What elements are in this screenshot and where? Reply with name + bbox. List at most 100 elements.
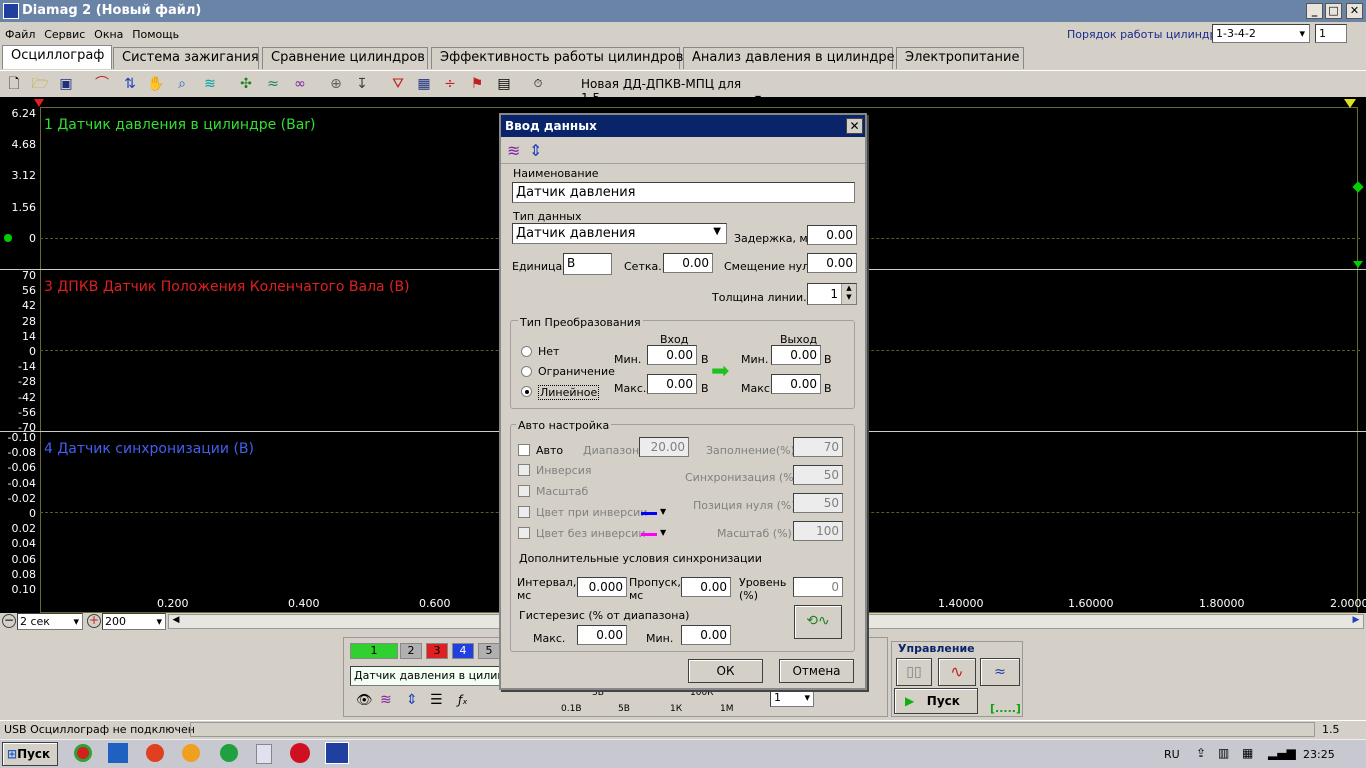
marker-icon[interactable]: ⚑: [467, 74, 487, 94]
split-icon[interactable]: ÷: [440, 74, 460, 94]
unit-input[interactable]: В: [563, 253, 612, 275]
color-inv-picker[interactable]: [641, 512, 657, 515]
hyst-min-input[interactable]: 0.00: [681, 625, 731, 645]
files-icon[interactable]: [108, 743, 128, 763]
auto-scale-icon[interactable]: ≋: [200, 74, 220, 94]
color-noinv-checkbox[interactable]: [518, 527, 530, 539]
fill-input[interactable]: 70: [793, 437, 843, 457]
out-max-input[interactable]: 0.00: [771, 374, 821, 394]
channel-select[interactable]: 1 ▾: [770, 688, 814, 707]
tray-icon-1[interactable]: ⇪: [1196, 746, 1206, 760]
spectrum-icon[interactable]: ∞: [290, 74, 310, 94]
menu-windows[interactable]: Окна: [94, 24, 123, 41]
channel-2-button[interactable]: 2: [400, 643, 422, 659]
channel-filter-icon[interactable]: ⛛: [388, 74, 408, 94]
tab-oscilloscope[interactable]: Осциллограф: [2, 45, 112, 69]
tab-pressure-analysis[interactable]: Анализ давления в цилиндре: [683, 47, 895, 69]
delay-input[interactable]: 0.00: [807, 225, 857, 245]
lines-icon[interactable]: ☰: [430, 692, 443, 708]
name-input[interactable]: Датчик давления: [512, 182, 855, 203]
color-inv-checkbox[interactable]: [518, 506, 530, 518]
note-icon[interactable]: ▤: [494, 74, 514, 94]
tray-icon-2[interactable]: ▥: [1218, 746, 1229, 760]
cyl-num-spinner[interactable]: 1: [1315, 24, 1347, 43]
inversion-checkbox[interactable]: [518, 464, 530, 476]
start-button[interactable]: ▶ Пуск: [894, 688, 978, 714]
auto-checkbox[interactable]: [518, 444, 530, 456]
type-select[interactable]: Датчик давления ▼: [512, 223, 727, 244]
cursor-icon[interactable]: ⌒: [92, 74, 112, 94]
updown-icon[interactable]: ⇕: [529, 141, 542, 160]
app-icon-5[interactable]: [220, 744, 238, 762]
wave-settings-icon[interactable]: ≋: [380, 692, 392, 708]
diamag-task-icon[interactable]: [325, 742, 349, 764]
preset-select[interactable]: Новая ДД-ДПКВ-МПЦ для 1.5▾: [565, 74, 765, 105]
channel-5-button[interactable]: 5: [478, 643, 500, 659]
color-noinv-picker[interactable]: [641, 533, 657, 536]
ch1-marker[interactable]: [4, 234, 12, 242]
zero-icon[interactable]: ↧: [352, 74, 372, 94]
dialog-close-button[interactable]: ✕: [846, 118, 863, 134]
maximize-button[interactable]: □: [1325, 3, 1342, 19]
radio-none[interactable]: [521, 346, 532, 357]
sync-input[interactable]: 50: [793, 465, 843, 485]
grid-icon[interactable]: ▦: [414, 74, 434, 94]
auto-tune-button[interactable]: ⟲∿: [794, 605, 842, 639]
channel-name-field[interactable]: Датчик давления в цилиндре: [350, 666, 502, 686]
menu-file[interactable]: Файл: [5, 24, 35, 41]
skip-input[interactable]: 0.00: [681, 577, 731, 597]
offset-input[interactable]: 0.00: [807, 253, 857, 273]
chrome-icon[interactable]: [74, 744, 92, 762]
wave-settings-icon[interactable]: ≋: [507, 141, 520, 160]
open-folder-icon[interactable]: 🗁: [30, 74, 50, 94]
channel-4-button[interactable]: 4: [452, 643, 474, 659]
interval-input[interactable]: 0.000: [577, 577, 627, 597]
tab-cylinder-efficiency[interactable]: Эффективность работы цилиндров: [431, 47, 683, 69]
new-file-icon[interactable]: 🗋: [4, 74, 24, 94]
range-input[interactable]: 20.00: [639, 437, 689, 457]
grid-input[interactable]: 0.00: [663, 253, 713, 273]
auto-zero-icon[interactable]: ⊕: [326, 74, 346, 94]
cancel-button[interactable]: Отмена: [779, 659, 854, 683]
zoom-icon[interactable]: ⌕: [172, 74, 192, 94]
measure-icon[interactable]: ⇅: [120, 74, 140, 94]
tray-icon-3[interactable]: ▦: [1242, 746, 1253, 760]
save-icon[interactable]: ▣: [56, 74, 76, 94]
zero-input[interactable]: 50: [793, 493, 843, 513]
radio-linear[interactable]: [521, 386, 532, 397]
app-icon-6[interactable]: [256, 744, 272, 764]
scale-pct-input[interactable]: 100: [793, 521, 843, 541]
auto-icon[interactable]: ⏱: [528, 74, 548, 94]
eye-icon[interactable]: 👁: [356, 693, 373, 708]
radio-limit[interactable]: [521, 366, 532, 377]
close-button[interactable]: ✕: [1346, 3, 1363, 19]
multi-wave-button[interactable]: ≈: [980, 658, 1020, 686]
in-min-input[interactable]: 0.00: [647, 345, 697, 365]
filter-icon[interactable]: ✣: [236, 74, 256, 94]
out-min-input[interactable]: 0.00: [771, 345, 821, 365]
opera-icon[interactable]: [290, 743, 310, 763]
cyl-order-select[interactable]: 1-3-4-2 ▾: [1212, 24, 1310, 43]
updown-icon[interactable]: ⇕: [406, 692, 418, 708]
zoom-out-icon[interactable]: −: [2, 614, 16, 628]
scale-checkbox[interactable]: [518, 485, 530, 497]
language-indicator[interactable]: RU: [1164, 748, 1180, 761]
ok-button[interactable]: ОК: [688, 659, 763, 683]
right-trigger-marker[interactable]: [1344, 99, 1356, 108]
single-wave-button[interactable]: ∿: [938, 658, 976, 686]
timebase-select[interactable]: 2 сек ▾: [17, 613, 83, 630]
thickness-spinner[interactable]: 1 ▲ ▼: [807, 283, 857, 305]
in-max-input[interactable]: 0.00: [647, 374, 697, 394]
pause-button[interactable]: ▯▯: [896, 658, 932, 686]
scroll-left-icon[interactable]: ◀: [169, 615, 183, 628]
channel-1-button[interactable]: 1: [350, 643, 398, 659]
minimize-button[interactable]: _: [1306, 3, 1323, 19]
network-icon[interactable]: ▂▄▆: [1268, 746, 1296, 760]
left-trigger-marker[interactable]: [34, 99, 44, 107]
level-input[interactable]: 0: [793, 577, 843, 597]
hyst-max-input[interactable]: 0.00: [577, 625, 627, 645]
menu-help[interactable]: Помощь: [132, 24, 179, 41]
tab-ignition[interactable]: Система зажигания: [113, 47, 259, 69]
app-icon-3[interactable]: [146, 744, 164, 762]
channel-3-button[interactable]: 3: [426, 643, 448, 659]
